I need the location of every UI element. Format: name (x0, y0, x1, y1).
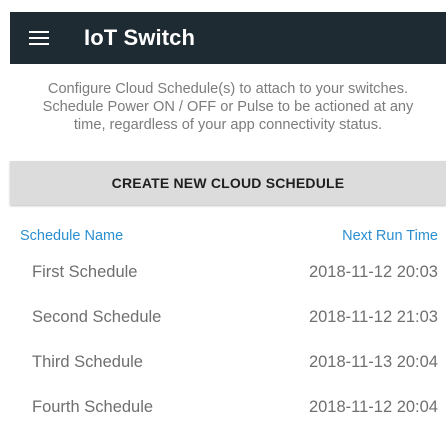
schedule-name: First Schedule (32, 263, 138, 281)
app-title: IoT Switch (84, 25, 195, 50)
intro-line-1: Configure Cloud Schedule(s) to attach to… (47, 81, 409, 97)
schedule-name: Third Schedule (32, 353, 143, 371)
app-bar: IoT Switch (10, 12, 446, 64)
schedule-row[interactable]: Third Schedule 2018-11-13 20:04 (10, 342, 446, 387)
menu-button[interactable] (22, 21, 56, 55)
create-schedule-button[interactable]: CREATE NEW CLOUD SCHEDULE (10, 161, 446, 205)
schedule-row[interactable]: First Schedule 2018-11-12 20:03 (10, 252, 446, 297)
schedule-next-run-time: 2018-11-12 20:04 (308, 398, 438, 416)
intro-line-3: time, regardless of your app connectivit… (73, 117, 383, 133)
column-header-next-run-time: Next Run Time (342, 228, 438, 244)
intro-line-2: Schedule Power ON / OFF or Pulse to be a… (42, 99, 414, 115)
schedule-row[interactable]: Fourth Schedule 2018-11-12 20:04 (10, 387, 446, 432)
intro-text: Configure Cloud Schedule(s) to attach to… (14, 80, 442, 134)
schedule-list: First Schedule 2018-11-12 20:03 Second S… (10, 252, 446, 432)
column-header-schedule-name: Schedule Name (20, 228, 124, 244)
schedule-name: Second Schedule (32, 308, 162, 326)
hamburger-menu-icon (29, 31, 49, 45)
schedule-row[interactable]: Second Schedule 2018-11-12 21:03 (10, 297, 446, 342)
schedule-next-run-time: 2018-11-12 20:03 (308, 263, 438, 281)
schedule-table-header: Schedule Name Next Run Time (10, 228, 446, 250)
schedule-name: Fourth Schedule (32, 398, 154, 416)
schedule-next-run-time: 2018-11-12 21:03 (308, 308, 438, 326)
schedule-next-run-time: 2018-11-13 20:04 (308, 353, 438, 371)
